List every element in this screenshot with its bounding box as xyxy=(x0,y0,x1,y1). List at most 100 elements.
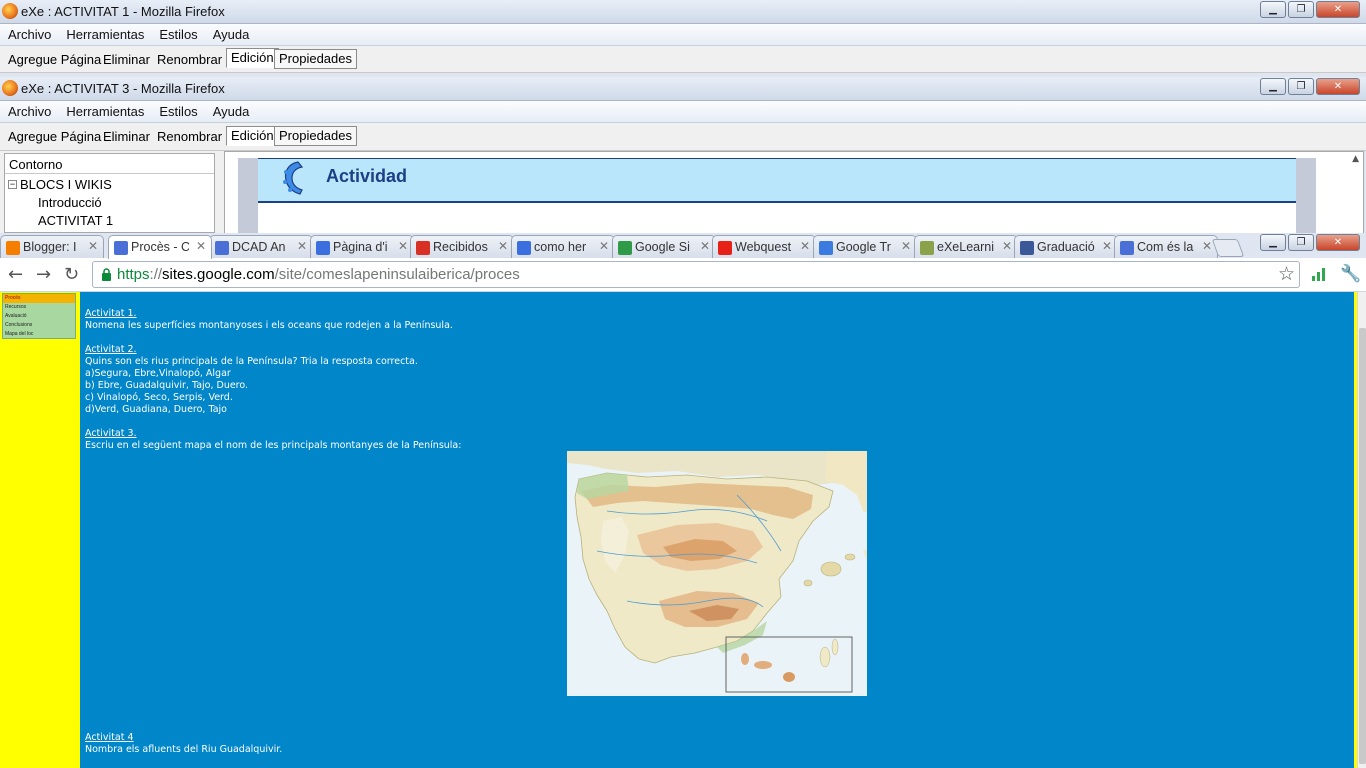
nav-item-conclusions[interactable]: Conclusions xyxy=(3,321,75,330)
tab-close-icon[interactable]: ✕ xyxy=(398,239,408,253)
chrome-tab-label: Google Si xyxy=(635,240,690,254)
activitat3-title[interactable]: Activitat 3. xyxy=(85,428,461,440)
tab-close-icon[interactable]: ✕ xyxy=(196,239,206,253)
google-docs-icon xyxy=(316,241,330,255)
rename-button[interactable]: Renombrar xyxy=(157,129,222,144)
window1-maximize-button[interactable]: ❐ xyxy=(1288,1,1314,18)
tab-edicion[interactable]: Edición xyxy=(226,48,279,68)
window2-maximize-button[interactable]: ❐ xyxy=(1288,78,1314,95)
activitat1-title[interactable]: Activitat 1. xyxy=(85,308,453,320)
rename-button[interactable]: Renombrar xyxy=(157,52,222,67)
chrome-tab[interactable]: Procès - C ✕ xyxy=(108,235,212,259)
tab-close-icon[interactable]: ✕ xyxy=(800,239,810,253)
firefox-icon xyxy=(2,3,18,19)
nav-item-avaluacio[interactable]: Avaluació xyxy=(3,312,75,321)
tab-edicion[interactable]: Edición xyxy=(226,126,279,146)
page-content: Activitat 1. Nomena les superfícies mont… xyxy=(80,292,1354,768)
tab-propiedades[interactable]: Propiedades xyxy=(274,49,357,69)
add-page-button[interactable]: Agregue Página xyxy=(8,52,101,67)
chrome-tab[interactable]: Blogger: I ✕ xyxy=(0,235,104,258)
delete-button[interactable]: Eliminar xyxy=(103,52,150,67)
lock-icon xyxy=(102,268,111,281)
iberian-peninsula-map xyxy=(567,451,867,696)
activitat1-text: Nomena les superfícies montanyoses i els… xyxy=(85,320,453,331)
tab-close-icon[interactable]: ✕ xyxy=(700,239,710,253)
window1-close-button[interactable]: ✕ xyxy=(1316,1,1360,18)
chrome-tab[interactable]: Pàgina d'i ✕ xyxy=(310,235,414,258)
chrome-tab[interactable]: Google Si ✕ xyxy=(612,235,716,258)
tab-close-icon[interactable]: ✕ xyxy=(1102,239,1112,253)
chrome-tab[interactable]: eXeLearni ✕ xyxy=(914,235,1018,258)
window2-minimize-button[interactable]: ▁ xyxy=(1260,78,1286,95)
new-tab-button[interactable] xyxy=(1211,239,1245,257)
window1-titlebar[interactable]: eXe : ACTIVITAT 1 - Mozilla Firefox ▁ ❐ … xyxy=(0,0,1366,24)
activitat2-option-a: a)Segura, Ebre,Vinalopó, Algar xyxy=(85,368,231,379)
nav-item-proces[interactable]: Procés xyxy=(3,294,75,303)
google-sites-icon xyxy=(114,241,128,255)
scrollbar-thumb[interactable] xyxy=(1359,328,1366,764)
chrome-tab-label: Google Tr xyxy=(836,240,891,254)
activitat4-title[interactable]: Activitat 4 xyxy=(85,732,282,744)
activitat2-option-c: c) Vinalopó, Seco, Serpis, Verd. xyxy=(85,392,233,403)
tab-close-icon[interactable]: ✕ xyxy=(498,239,508,253)
url-text[interactable]: https://sites.google.com/site/comeslapen… xyxy=(117,266,520,283)
chrome-tab[interactable]: Webquest ✕ xyxy=(712,235,816,258)
nav-item-recursos[interactable]: Recursos xyxy=(3,303,75,312)
firefox-icon xyxy=(2,80,18,96)
chrome-tab[interactable]: Graduació ✕ xyxy=(1014,235,1118,258)
forward-arrow-icon[interactable]: → xyxy=(36,264,51,285)
outline-node-activitat1[interactable]: ACTIVITAT 1 xyxy=(38,213,113,228)
chrome-tab-label: DCAD An xyxy=(232,240,286,254)
menu-estilos[interactable]: Estilos xyxy=(151,101,204,119)
chrome-tab-label: como her xyxy=(534,240,587,254)
window1-minimize-button[interactable]: ▁ xyxy=(1260,1,1286,18)
add-page-button[interactable]: Agregue Página xyxy=(8,129,101,144)
editor-scroll-up-icon[interactable]: ▲ xyxy=(1352,154,1359,164)
chrome-close-button[interactable]: ✕ xyxy=(1316,234,1360,251)
site-nav: Procés Recursos Avaluació Conclusions Ma… xyxy=(2,293,76,339)
chrome-tab-label: Procès - C xyxy=(131,240,189,254)
delete-button[interactable]: Eliminar xyxy=(103,129,150,144)
outline-node-introduccio[interactable]: Introducció xyxy=(38,195,102,210)
menu-herramientas[interactable]: Herramientas xyxy=(58,24,151,42)
back-arrow-icon[interactable]: ← xyxy=(8,264,23,285)
outline-node-root[interactable]: BLOCS I WIKIS xyxy=(20,177,112,192)
chrome-tab[interactable]: Recibidos ✕ xyxy=(410,235,514,258)
menu-herramientas[interactable]: Herramientas xyxy=(58,101,151,119)
wrench-icon[interactable]: 🔧 xyxy=(1340,264,1361,284)
tab-close-icon[interactable]: ✕ xyxy=(1202,239,1212,253)
chrome-tab[interactable]: Google Tr ✕ xyxy=(813,235,917,258)
bookmark-star-icon[interactable]: ☆ xyxy=(1278,263,1295,285)
blogger-icon xyxy=(6,241,20,255)
page-scrollbar[interactable] xyxy=(1357,292,1366,768)
chrome-tab[interactable]: DCAD An ✕ xyxy=(209,235,313,258)
exe-icon xyxy=(920,241,934,255)
tab-close-icon[interactable]: ✕ xyxy=(88,239,98,253)
tab-propiedades[interactable]: Propiedades xyxy=(274,126,357,146)
nav-item-mapa[interactable]: Mapa del loc xyxy=(3,330,75,339)
activitat2-title[interactable]: Activitat 2. xyxy=(85,344,418,356)
tab-close-icon[interactable]: ✕ xyxy=(901,239,911,253)
menu-ayuda[interactable]: Ayuda xyxy=(205,24,257,42)
window2-close-button[interactable]: ✕ xyxy=(1316,78,1360,95)
tab-close-icon[interactable]: ✕ xyxy=(1002,239,1012,253)
chrome-tab[interactable]: Com és la ✕ xyxy=(1114,235,1218,258)
google-icon xyxy=(618,241,632,255)
menu-ayuda[interactable]: Ayuda xyxy=(205,101,257,119)
window2-titlebar[interactable]: eXe : ACTIVITAT 3 - Mozilla Firefox ▁ ❐ … xyxy=(0,77,1366,101)
collapse-icon[interactable]: − xyxy=(8,180,17,189)
chrome-maximize-button[interactable]: ❐ xyxy=(1288,234,1314,251)
menu-archivo[interactable]: Archivo xyxy=(0,24,58,42)
chrome-minimize-button[interactable]: ▁ xyxy=(1260,234,1286,251)
chrome-tab[interactable]: como her ✕ xyxy=(511,235,615,258)
menu-archivo[interactable]: Archivo xyxy=(0,101,58,119)
tab-close-icon[interactable]: ✕ xyxy=(599,239,609,253)
activitat2-option-d: d)Verd, Guadiana, Duero, Tajo xyxy=(85,404,227,415)
menu-estilos[interactable]: Estilos xyxy=(151,24,204,42)
tab-close-icon[interactable]: ✕ xyxy=(297,239,307,253)
signal-bars-icon[interactable] xyxy=(1311,266,1327,282)
reload-icon[interactable]: ↻ xyxy=(64,264,79,285)
address-bar[interactable]: https://sites.google.com/site/comeslapen… xyxy=(92,261,1300,288)
google-docs-icon xyxy=(517,241,531,255)
chrome-tab-label: Pàgina d'i xyxy=(333,240,388,254)
